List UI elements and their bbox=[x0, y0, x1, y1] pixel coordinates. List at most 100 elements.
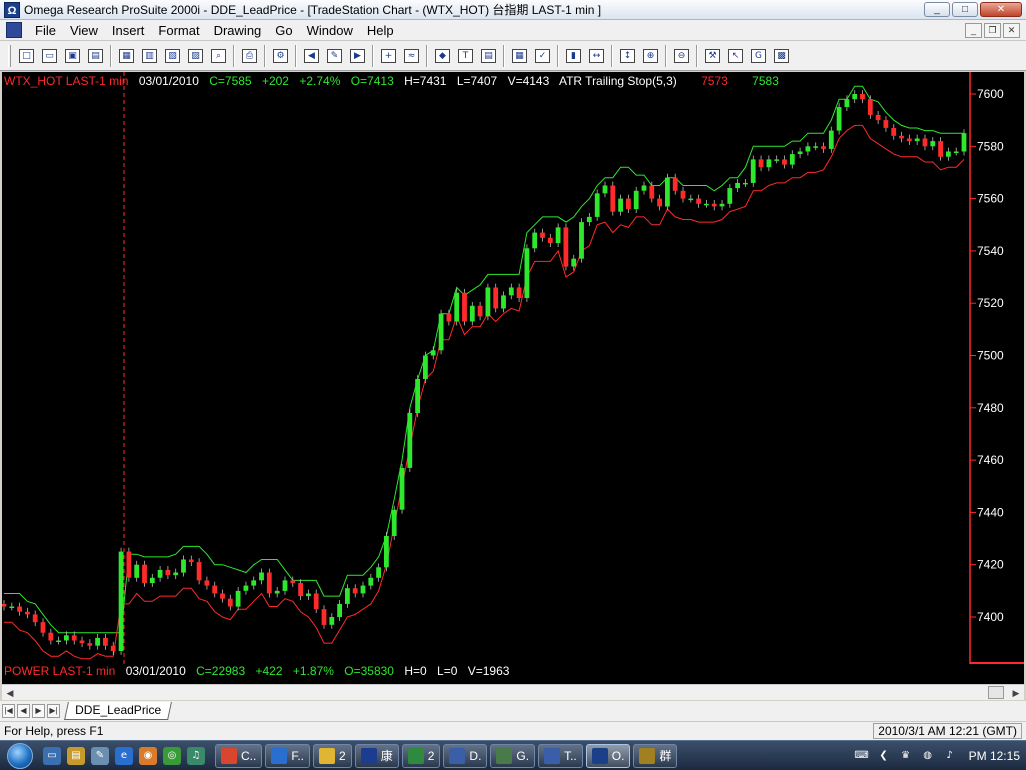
taskbar-button[interactable]: 2 bbox=[313, 743, 352, 768]
chart-window[interactable]: 7400 7420 7440 7460 7480 7500 7520 7540 7560 7580… bbox=[2, 72, 1024, 684]
show-me-button[interactable]: ✓ bbox=[531, 45, 554, 67]
toolbar-grip[interactable] bbox=[8, 44, 11, 67]
document-icon[interactable] bbox=[6, 22, 22, 38]
zoom-bars-in-button[interactable]: ↔ bbox=[585, 45, 608, 67]
next-page-button[interactable]: ▶ bbox=[346, 45, 369, 67]
menu-drawing[interactable]: Drawing bbox=[207, 20, 269, 41]
zoom-bars-out-button[interactable]: ↕ bbox=[616, 45, 639, 67]
symbol-lookup-icon: ⌕ bbox=[211, 48, 226, 63]
main-date: 03/01/2010 bbox=[138, 74, 199, 88]
mdi-minimize-button[interactable]: _ bbox=[965, 23, 982, 38]
paint-bar-button[interactable]: ▮ bbox=[562, 45, 585, 67]
taskbar-clock[interactable]: PM 12:15 bbox=[969, 749, 1020, 763]
title-bar[interactable]: Ω Omega Research ProSuite 2000i - DDE_Le… bbox=[0, 0, 1026, 20]
taskbar-button-label: 2 bbox=[427, 748, 435, 763]
insert-analysis-button[interactable]: + bbox=[377, 45, 400, 67]
price-tick-label: 7560 bbox=[977, 192, 1004, 206]
toolbar-separator bbox=[696, 44, 698, 67]
new-news-window-button[interactable]: ▨ bbox=[184, 45, 207, 67]
insert-grid-button[interactable]: ▦ bbox=[508, 45, 531, 67]
format-window-button[interactable]: ⚙ bbox=[269, 45, 292, 67]
indicator-name[interactable]: ATR Trailing Stop(5,3) bbox=[559, 74, 677, 88]
taskbar-button[interactable]: 2 bbox=[401, 743, 441, 768]
symbol-lookup-button[interactable]: ⌕ bbox=[207, 45, 230, 67]
print-button[interactable]: ⎙ bbox=[238, 45, 261, 67]
keyboard-icon[interactable]: ⌨ bbox=[854, 749, 870, 763]
scroll-left-icon[interactable]: ◀ bbox=[4, 687, 16, 699]
chart-scrollbar[interactable]: ◀ ▶ bbox=[2, 684, 1024, 700]
taskbar-button[interactable]: G. bbox=[490, 743, 536, 768]
mdi-close-button[interactable]: ✕ bbox=[1003, 23, 1020, 38]
network-icon[interactable]: ◍ bbox=[920, 749, 936, 763]
sheet-tab-dde-leadprice[interactable]: DDE_LeadPrice bbox=[64, 702, 172, 720]
chrome-icon[interactable]: ◎ bbox=[163, 746, 181, 765]
new-radarscreen-button[interactable]: ▥ bbox=[138, 45, 161, 67]
scroll-right-icon[interactable]: ▶ bbox=[1010, 687, 1022, 699]
insert-text-button[interactable]: T bbox=[454, 45, 477, 67]
maximize-button[interactable]: □ bbox=[952, 2, 978, 17]
paint-bar-icon: ▮ bbox=[566, 48, 581, 63]
tab-first-button[interactable]: |◀ bbox=[2, 704, 15, 718]
pointer-button[interactable]: ↖ bbox=[724, 45, 747, 67]
candle-body bbox=[680, 190, 686, 199]
new-doc-button[interactable]: □ bbox=[15, 45, 38, 67]
crown-tray-icon[interactable]: ♛ bbox=[898, 749, 914, 763]
taskbar-button[interactable]: F.. bbox=[265, 743, 311, 768]
app-t-icon bbox=[544, 747, 561, 764]
format-symbol-button[interactable]: ✎ bbox=[323, 45, 346, 67]
menu-format[interactable]: Format bbox=[151, 20, 206, 41]
new-chart-window-button[interactable]: ▦ bbox=[115, 45, 138, 67]
taskbar-button[interactable]: C.. bbox=[215, 743, 263, 768]
zoom-out-button[interactable]: ⊖ bbox=[670, 45, 693, 67]
open-workspace-button[interactable]: ▣ bbox=[61, 45, 84, 67]
insert-sheet-button[interactable]: ▤ bbox=[477, 45, 500, 67]
hammer-tools-button[interactable]: ⚒ bbox=[701, 45, 724, 67]
ie-icon[interactable]: e bbox=[115, 746, 133, 765]
save-workspace-button[interactable]: ▤ bbox=[84, 45, 107, 67]
previous-page-button[interactable]: ◀ bbox=[300, 45, 323, 67]
menu-view[interactable]: View bbox=[63, 20, 105, 41]
main-change: +202 bbox=[261, 74, 289, 88]
menu-file[interactable]: File bbox=[28, 20, 63, 41]
taskbar-button[interactable]: O. bbox=[585, 743, 631, 768]
tab-prev-button[interactable]: ◀ bbox=[17, 704, 30, 718]
sub-symbol[interactable]: POWER LAST-1 min bbox=[4, 664, 115, 678]
explorer-icon[interactable]: ▤ bbox=[67, 746, 85, 765]
taskbar-button[interactable]: D. bbox=[443, 743, 488, 768]
omega-logo-icon[interactable]: Ω bbox=[4, 1, 20, 18]
show-desktop-icon[interactable]: ▭ bbox=[43, 746, 61, 765]
insert-strategy-button[interactable]: ◆ bbox=[431, 45, 454, 67]
candle-body bbox=[579, 222, 584, 259]
menu-go[interactable]: Go bbox=[268, 20, 299, 41]
tab-next-button[interactable]: ▶ bbox=[32, 704, 45, 718]
price-chart[interactable]: 7400 7420 7440 7460 7480 7500 7520 7540 7560 7580… bbox=[2, 72, 1024, 684]
menu-help[interactable]: Help bbox=[360, 20, 401, 41]
candle-body bbox=[672, 177, 678, 191]
insert-indicator-button[interactable]: ≈ bbox=[400, 45, 423, 67]
media-icon[interactable]: ♫ bbox=[187, 746, 205, 765]
new-optionstation-button[interactable]: ▧ bbox=[161, 45, 184, 67]
main-symbol[interactable]: WTX_HOT LAST-1 min bbox=[4, 74, 128, 88]
candle-body bbox=[266, 572, 272, 594]
close-button[interactable]: ✕ bbox=[980, 2, 1022, 17]
lock-button[interactable]: ▩ bbox=[770, 45, 793, 67]
open-folder-button[interactable]: ▭ bbox=[38, 45, 61, 67]
gf-button[interactable]: G bbox=[747, 45, 770, 67]
start-button[interactable] bbox=[0, 741, 40, 770]
firefox-icon[interactable]: ◉ bbox=[139, 746, 157, 765]
taskbar-button[interactable]: 群 bbox=[633, 743, 678, 768]
tray-arrow-icon[interactable]: ❮ bbox=[876, 749, 892, 763]
notepad-icon[interactable]: ✎ bbox=[91, 746, 109, 765]
zoom-in-button[interactable]: ⊕ bbox=[639, 45, 662, 67]
menu-insert[interactable]: Insert bbox=[105, 20, 152, 41]
volume-icon[interactable]: ♪ bbox=[942, 749, 958, 763]
scroll-thumb[interactable] bbox=[988, 686, 1004, 699]
taskbar-button[interactable]: 康 bbox=[354, 743, 399, 768]
menu-window[interactable]: Window bbox=[300, 20, 360, 41]
minimize-button[interactable]: _ bbox=[924, 2, 950, 17]
mdi-restore-button[interactable]: ❐ bbox=[984, 23, 1001, 38]
tab-last-button[interactable]: ▶| bbox=[47, 704, 60, 718]
taskbar-button-label: 群 bbox=[659, 749, 672, 763]
taskbar-button[interactable]: T.. bbox=[538, 743, 583, 768]
candle-body bbox=[493, 287, 499, 309]
